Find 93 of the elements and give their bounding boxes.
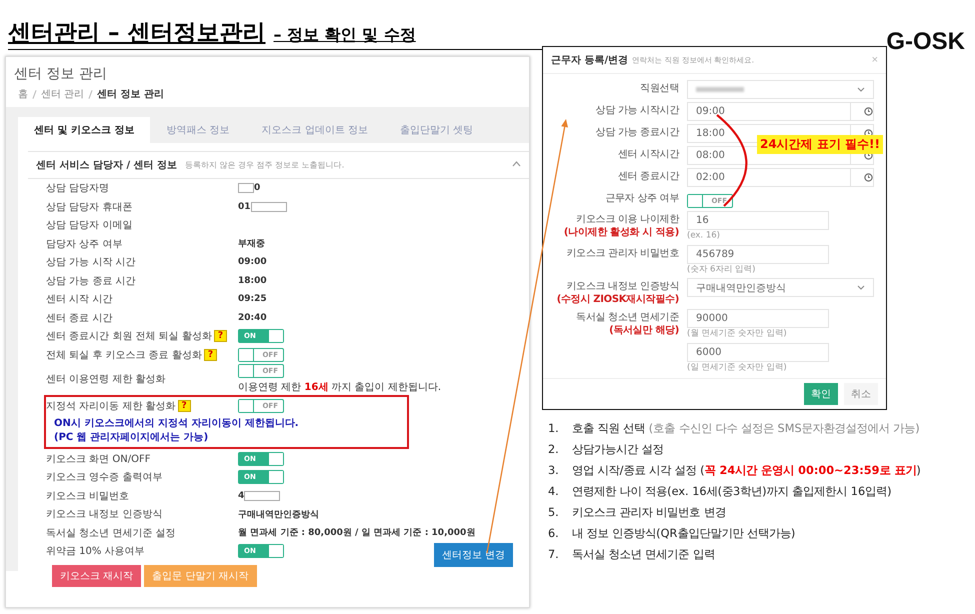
list-item-text: 내 정보 인증방식(QR출입단말기만 선택가능) — [572, 526, 796, 541]
field-label: 키오스크 관리자 비밀번호 — [566, 248, 679, 260]
field-label: 키오스크 내정보 인증방식 — [566, 281, 679, 294]
list-item-text: 키오스크 관리자 비밀번호 변경 — [572, 505, 726, 520]
field-warning: (나이제한 활성화 시 적용) — [564, 226, 679, 239]
list-item-text: 연령제한 나이 적용(ex. 16세(중3학년)까지 출입제한시 16입력) — [572, 484, 892, 499]
field-label: 상담 담당자명 — [46, 182, 110, 196]
close-button[interactable]: × — [872, 54, 878, 66]
section-title: 센터 서비스 담당자 / 센터 정보 — [36, 159, 178, 172]
list-item-text: 상담가능시간 설정 — [572, 442, 664, 457]
field-value: 월 면과세 기준 : 80,000원 / 일 면과세 기준 : 10,000원 — [238, 527, 476, 540]
cancel-button[interactable]: 취소 — [844, 383, 878, 405]
dialog-title: 근무자 등록/변경 — [551, 54, 628, 67]
field-label: 센터 종료 시간 — [46, 312, 112, 325]
breadcrumb-link[interactable]: 센터 정보 관리 — [97, 87, 164, 101]
field-value: 09:25 — [238, 294, 267, 304]
restart-button[interactable]: 키오스크 재시작 — [52, 564, 142, 586]
restart-button[interactable]: 출입문 단말기 재시작 — [144, 564, 257, 586]
field-label: 위약금 10% 사용여부 — [46, 545, 145, 558]
field-value: 0 — [254, 183, 260, 194]
field-value: 20:40 — [238, 312, 267, 323]
breadcrumb-link[interactable]: 홈 — [18, 87, 28, 101]
field-label: 센터 종료시간 회원 전체 퇴실 활성화 — [46, 330, 212, 344]
input-field[interactable]: 456789 — [687, 244, 830, 264]
tab[interactable]: 센터 및 키오스크 정보 — [18, 117, 150, 143]
annotation-tooltip: 24시간제 표기 필수!! — [757, 135, 883, 154]
field-label: 독서실 청소년 면세기준 설정 — [46, 526, 176, 540]
input-field[interactable]: 6000 — [687, 342, 830, 362]
list-item-text: 호출 직원 선택 (호출 수신인 다수 설정은 SMS문자환경설정에서 가능) — [572, 421, 920, 436]
field-label: 상담 가능 시작시간 — [596, 105, 679, 118]
restriction-note: 이용연령 제한 16세 까지 출입이 제한됩니다. — [238, 381, 441, 394]
field-label: 센터 이용연령 제한 활성화 — [46, 373, 166, 386]
field-label: 직원선택 — [640, 83, 679, 96]
field-label: 상담 담당자 휴대폰 — [46, 200, 132, 214]
hint-text: (숫자 6자리 입력) — [687, 264, 756, 274]
input-field[interactable]: 90000 — [687, 309, 830, 328]
field-label: 키오스크 영수증 출력여부 — [46, 471, 162, 484]
tab[interactable]: 출입단말기 셋팅 — [384, 117, 490, 143]
list-item-text: 독서실 청소년 면세기준 입력 — [572, 547, 715, 562]
field-label: 전체 퇴실 후 키오스크 종료 활성화 — [46, 348, 202, 362]
field-label: 상담 가능 종료 시간 — [46, 274, 136, 288]
field-label: 센터 시작시간 — [618, 149, 679, 162]
annotation-text: (PC 웹 관리자페이지에서는 가능) — [53, 430, 210, 444]
page-heading: 센터관리 – 센터정보관리 — [8, 19, 266, 48]
submit-button[interactable]: 센터정보 변경 — [434, 542, 513, 566]
field-value: 09:00 — [238, 257, 267, 268]
tab[interactable]: 방역패스 정보 — [150, 117, 246, 143]
help-badge[interactable]: ? — [214, 330, 228, 342]
field-value: 4 — [238, 490, 244, 501]
list-number: 4. — [548, 485, 560, 498]
field-label: 상담 가능 시작 시간 — [46, 256, 136, 270]
help-badge[interactable]: ? — [204, 348, 218, 361]
field-value: 부재중 — [238, 238, 265, 250]
field-warning: (수정시 ZIOSK재시작필수) — [556, 294, 679, 306]
page-subheading: – 정보 확인 및 수정 — [274, 25, 416, 46]
section-note: 등록하지 않은 경우 점주 정보로 노출됩니다. — [185, 160, 344, 171]
field-label: 지정석 자리이동 제한 활성화 — [46, 400, 176, 414]
field-value: 구매내역만인증방식 — [238, 508, 319, 521]
list-number: 6. — [548, 527, 560, 540]
field-label: 키오스크 내정보 인증방식 — [46, 508, 162, 522]
annotation-text: ON시 키오스크에서의 지정석 자리이동이 제한됩니다. — [53, 416, 300, 430]
list-number: 7. — [548, 548, 560, 561]
field-label: 상담 가능 종료시간 — [596, 127, 679, 140]
time-field[interactable]: 09:00 — [687, 102, 874, 121]
field-label: 독서실 청소년 면세기준 — [576, 312, 679, 324]
field-label: 담당자 상주 여부 — [46, 238, 122, 251]
field-label: 센터 종료시간 — [618, 171, 679, 184]
page-title: 센터 정보 관리 — [13, 65, 108, 84]
list-number: 1. — [548, 422, 560, 435]
hint-text: (ex. 16) — [687, 230, 720, 241]
select-field[interactable]: 구매내역만인증방식 — [687, 278, 874, 297]
field-label: 키오스크 비밀번호 — [46, 490, 130, 503]
field-warning: (독서실만 해당) — [609, 324, 679, 337]
hint-text: (월 면세기준 숫자만 입력) — [687, 328, 787, 339]
field-label: 키오스크 이용 나이제한 — [576, 214, 679, 226]
field-label: 센터 시작 시간 — [46, 293, 112, 306]
input-field[interactable]: 16 — [687, 211, 830, 230]
help-badge[interactable]: ? — [178, 400, 191, 412]
list-number: 2. — [548, 443, 560, 456]
field-label: 키오스크 화면 ON/OFF — [46, 452, 150, 466]
field-label: 근무자 상주 여부 — [605, 193, 679, 206]
field-value: 18:00 — [238, 276, 267, 286]
logo-text: G-OSK — [886, 28, 965, 56]
hint-text: (일 면세기준 숫자만 입력) — [687, 362, 787, 372]
list-number: 5. — [548, 506, 560, 519]
breadcrumb-link[interactable]: 센터 관리 — [41, 87, 84, 101]
list-item-text: 영업 시작/종료 시각 설정 (꼭 24시간 운영시 00:00~23:59로 표기) — [572, 463, 921, 478]
list-number: 3. — [548, 464, 560, 477]
field-label: 상담 담당자 이메일 — [46, 219, 132, 232]
time-field[interactable]: 02:00 — [687, 168, 874, 187]
tab[interactable]: 지오스크 업데이트 정보 — [246, 117, 384, 143]
field-value: 01 — [238, 202, 251, 212]
confirm-button[interactable]: 확인 — [804, 383, 838, 405]
